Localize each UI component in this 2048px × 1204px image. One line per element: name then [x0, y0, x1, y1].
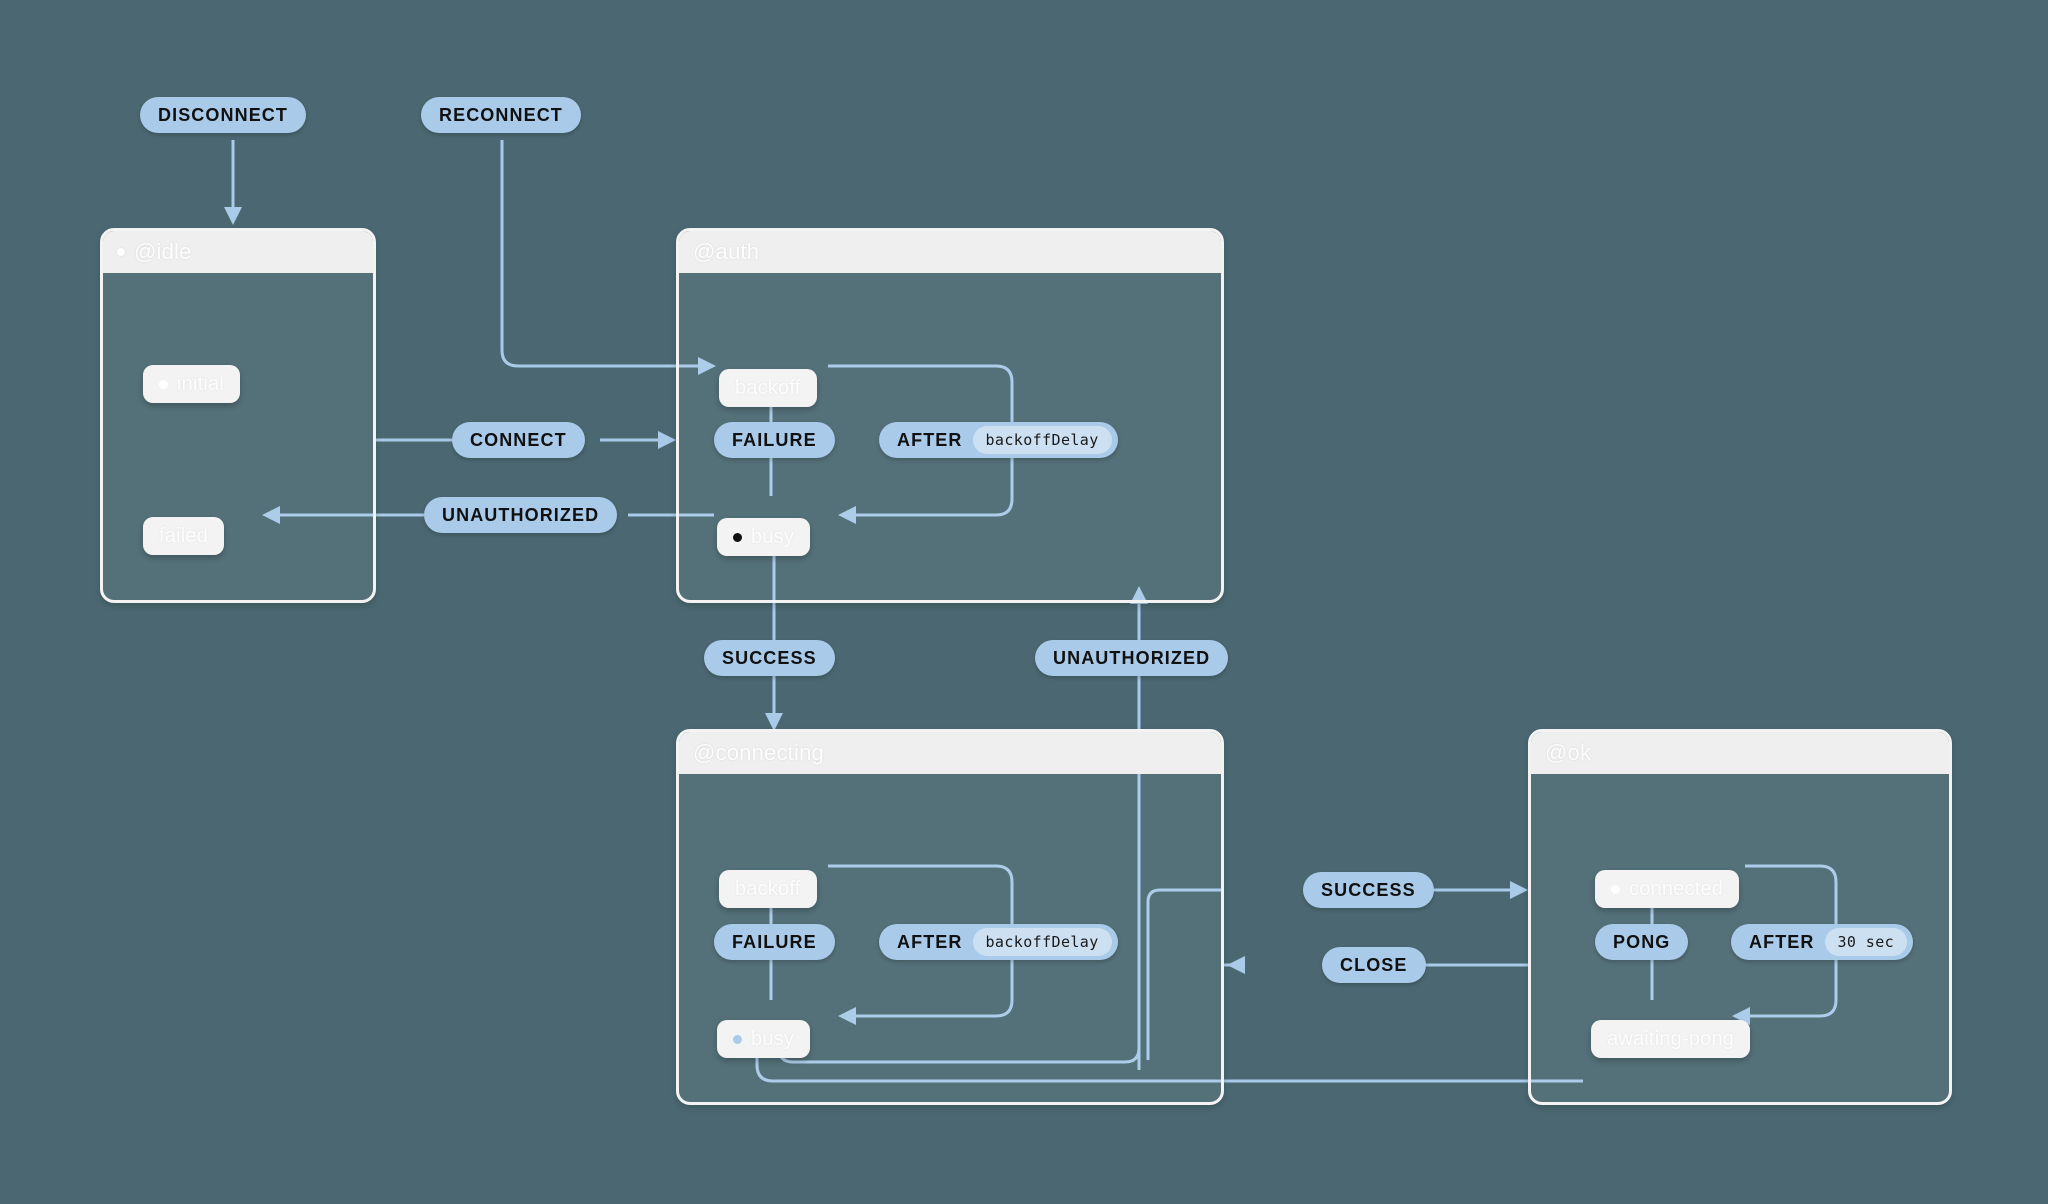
state-box-auth[interactable]: @auth backoff busy — [676, 228, 1224, 603]
state-label-idle-failed: failed — [159, 524, 209, 547]
event-pill-close[interactable]: CLOSE — [1322, 947, 1426, 983]
state-label-ok-connected: connected — [1629, 877, 1724, 900]
state-box-connecting-title: @connecting — [693, 740, 824, 765]
state-node-idle-initial[interactable]: initial — [143, 365, 240, 403]
event-label-close: CLOSE — [1340, 954, 1408, 975]
state-box-idle-header: @idle — [103, 231, 373, 273]
event-label-reconnect: RECONNECT — [439, 104, 563, 125]
event-pill-unauthorized-auth[interactable]: UNAUTHORIZED — [1035, 640, 1229, 676]
event-delay-auth-after: backoffDelay — [972, 426, 1112, 454]
state-box-idle-title: @idle — [134, 239, 192, 264]
state-box-ok-title: @ok — [1545, 740, 1592, 765]
event-pill-connecting-failure[interactable]: FAILURE — [714, 924, 835, 960]
event-label-auth-unauthorized: UNAUTHORIZED — [442, 504, 600, 525]
state-node-ok-awaiting-pong[interactable]: awaiting-pong — [1591, 1020, 1751, 1058]
state-dot-connecting-busy — [733, 1034, 742, 1044]
event-label-pong: PONG — [1613, 931, 1671, 952]
event-label-ok-after: AFTER — [1749, 931, 1815, 952]
state-label-idle-initial: initial — [177, 372, 224, 395]
state-label-connecting-busy: busy — [751, 1027, 795, 1050]
event-pill-reconnect[interactable]: RECONNECT — [421, 97, 581, 133]
event-label-unauthorized-auth: UNAUTHORIZED — [1053, 647, 1211, 668]
event-label-connecting-failure: FAILURE — [732, 931, 817, 952]
state-node-connecting-busy[interactable]: busy — [717, 1020, 811, 1058]
event-pill-ok-after[interactable]: AFTER 30 sec — [1731, 924, 1914, 960]
state-box-ok[interactable]: @ok connected awaiting-pong — [1528, 729, 1952, 1105]
state-box-auth-header: @auth — [679, 231, 1221, 273]
arrowhead-success-ok — [1510, 881, 1528, 899]
arrowhead-connect — [658, 431, 676, 449]
state-label-ok-awaiting-pong: awaiting-pong — [1607, 1027, 1735, 1050]
event-pill-auth-after[interactable]: AFTER backoffDelay — [879, 422, 1118, 458]
state-machine-canvas: DISCONNECT RECONNECT @idle initial faile… — [0, 0, 2048, 1204]
event-pill-connect[interactable]: CONNECT — [452, 422, 585, 458]
arrowhead-close — [1227, 956, 1245, 974]
event-label-connect: CONNECT — [470, 429, 567, 450]
event-label-success-connecting: SUCCESS — [722, 647, 817, 668]
edge-reconnect — [500, 140, 700, 368]
event-pill-pong[interactable]: PONG — [1595, 924, 1689, 960]
state-dot-initial — [159, 379, 168, 389]
event-pill-disconnect[interactable]: DISCONNECT — [140, 97, 307, 133]
event-delay-connecting-after: backoffDelay — [972, 928, 1112, 956]
state-box-idle[interactable]: @idle initial failed — [100, 228, 376, 603]
event-pill-auth-failure[interactable]: FAILURE — [714, 422, 835, 458]
state-node-ok-connected[interactable]: connected — [1595, 870, 1740, 908]
event-delay-ok-after: 30 sec — [1824, 928, 1908, 956]
arrowhead-disconnect — [224, 207, 242, 225]
event-label-disconnect: DISCONNECT — [158, 104, 289, 125]
event-label-connecting-after: AFTER — [897, 931, 963, 952]
state-box-connecting-header: @connecting — [679, 732, 1221, 774]
active-state-dot-idle — [117, 248, 125, 256]
event-pill-success-connecting[interactable]: SUCCESS — [704, 640, 835, 676]
event-label-auth-after: AFTER — [897, 429, 963, 450]
state-box-auth-title: @auth — [693, 239, 760, 264]
state-label-connecting-backoff: backoff — [735, 877, 801, 900]
event-pill-auth-unauthorized[interactable]: UNAUTHORIZED — [424, 497, 618, 533]
state-node-connecting-backoff[interactable]: backoff — [719, 870, 817, 908]
state-box-ok-header: @ok — [1531, 732, 1949, 774]
state-label-auth-backoff: backoff — [735, 376, 801, 399]
event-label-success-ok: SUCCESS — [1321, 879, 1416, 900]
state-node-auth-busy[interactable]: busy — [717, 518, 811, 556]
event-label-auth-failure: FAILURE — [732, 429, 817, 450]
state-node-idle-failed[interactable]: failed — [143, 517, 225, 555]
state-dot-ok-connected — [1611, 884, 1620, 894]
state-box-connecting[interactable]: @connecting backoff busy — [676, 729, 1224, 1105]
state-dot-auth-busy — [733, 532, 742, 542]
event-pill-success-ok[interactable]: SUCCESS — [1303, 872, 1434, 908]
state-label-auth-busy: busy — [751, 525, 795, 548]
state-box-idle-body: initial failed — [103, 273, 373, 600]
state-node-auth-backoff[interactable]: backoff — [719, 369, 817, 407]
event-pill-connecting-after[interactable]: AFTER backoffDelay — [879, 924, 1118, 960]
